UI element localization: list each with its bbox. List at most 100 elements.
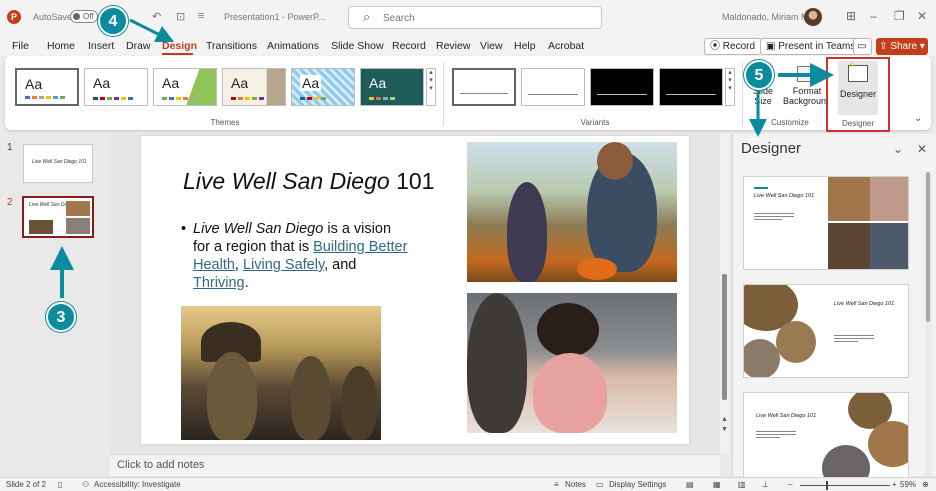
present-in-teams-button[interactable]: ▣ Present in Teams [760, 38, 862, 55]
minimize-icon[interactable]: – [870, 9, 877, 23]
theme-colors [231, 97, 264, 100]
scroll-down-icon[interactable]: ▼ [721, 426, 728, 433]
bullet-text-part: . [244, 275, 249, 291]
tab-design[interactable]: Design [162, 40, 197, 52]
tab-animations[interactable]: Animations [267, 40, 319, 52]
display-settings-button[interactable]: Display Settings [609, 480, 666, 489]
display-settings-icon[interactable]: ▭ [596, 480, 604, 489]
autosave-toggle[interactable]: Off [70, 10, 98, 23]
card-image [828, 177, 870, 221]
avatar[interactable] [804, 8, 822, 26]
comments-button[interactable]: ▭ [853, 38, 872, 55]
scrollbar-thumb[interactable] [722, 274, 727, 400]
theme-5[interactable]: Aa [291, 68, 355, 106]
fit-to-window-icon[interactable]: ⊕ [922, 480, 929, 489]
zoom-slider[interactable] [800, 485, 890, 486]
theme-2[interactable]: Aa [84, 68, 148, 106]
current-slide[interactable]: Live Well San Diego 101 • Live Well San … [141, 136, 689, 444]
design-idea-1[interactable]: Live Well San Diego 101 [743, 176, 909, 270]
undo-icon[interactable]: ↶ [152, 10, 161, 23]
slide-bullet[interactable]: • Live Well San Diego is a vision for a … [181, 220, 409, 292]
zoom-out-icon[interactable]: – [788, 480, 792, 489]
theme-4[interactable]: Aa [222, 68, 286, 106]
scrollbar-thumb[interactable] [926, 172, 930, 322]
theme-6[interactable]: Aa [360, 68, 424, 106]
tab-insert[interactable]: Insert [88, 40, 114, 52]
card-image [870, 177, 908, 221]
tab-view[interactable]: View [480, 40, 503, 52]
design-idea-2[interactable]: Live Well San Diego 101 [743, 284, 909, 378]
tab-acrobat[interactable]: Acrobat [548, 40, 584, 52]
close-pane-icon[interactable]: ✕ [917, 142, 927, 156]
bullet-italic: Live Well San Diego [193, 221, 324, 237]
card-image [870, 223, 908, 269]
ribbon-display-icon[interactable]: ⊞ [846, 9, 856, 23]
zoom-slider-handle[interactable] [826, 481, 828, 490]
theme-label: Aa [93, 75, 111, 91]
photo-students[interactable] [467, 293, 677, 433]
notes-button[interactable]: Notes [565, 480, 586, 489]
maximize-icon[interactable]: ❐ [894, 9, 905, 23]
photo-pumpkin-patch[interactable] [467, 142, 677, 282]
living-safely-link[interactable]: Living Safely [243, 257, 324, 273]
tab-help[interactable]: Help [514, 40, 536, 52]
thriving-link[interactable]: Thriving [193, 275, 245, 291]
tab-slide-show[interactable]: Slide Show [331, 40, 384, 52]
zoom-in-icon[interactable]: + [892, 480, 897, 489]
share-button[interactable]: ⇪ Share ▾ [876, 38, 928, 55]
slide-scrollbar[interactable]: ▲ ▼ [720, 134, 730, 454]
variant-line [597, 94, 647, 95]
tab-draw[interactable]: Draw [126, 40, 151, 52]
record-button[interactable]: ⦿ Record [704, 38, 762, 55]
pane-options-icon[interactable]: ⌄ [893, 142, 903, 156]
normal-view-icon[interactable]: ▤ [686, 480, 694, 489]
variant-2[interactable] [521, 68, 585, 106]
theme-colors [300, 97, 326, 100]
theme-office[interactable]: Aa [15, 68, 79, 106]
tab-record[interactable]: Record [392, 40, 426, 52]
card-image [828, 223, 870, 269]
scroll-up-icon[interactable]: ▲ [721, 416, 728, 423]
tab-transitions[interactable]: Transitions [206, 40, 257, 52]
slide-sorter-icon[interactable]: ▦ [713, 480, 721, 489]
reading-view-icon[interactable]: ▥ [738, 480, 746, 489]
tab-file[interactable]: File [12, 40, 29, 52]
variants-gallery-scroll[interactable]: ▴ ▾ ▾ [725, 68, 735, 106]
notes-area[interactable]: Click to add notes [110, 454, 720, 476]
accessibility-icon[interactable]: ⚇ [82, 480, 89, 489]
themes-gallery-scroll[interactable]: ▴ ▾ ▾ [426, 68, 436, 106]
accessibility-status[interactable]: Accessibility: Investigate [94, 480, 181, 489]
card-title: Live Well San Diego 101 [756, 413, 817, 419]
search-box[interactable]: ⌕ [348, 6, 602, 29]
customize-qat-icon[interactable]: ≡ [198, 10, 204, 22]
card-text [756, 431, 796, 440]
variant-line [666, 94, 716, 95]
tab-home[interactable]: Home [47, 40, 75, 52]
close-icon[interactable]: ✕ [917, 9, 927, 23]
designer-scrollbar[interactable] [925, 172, 932, 476]
search-input[interactable] [383, 10, 583, 26]
record-icon: ⦿ [710, 41, 723, 52]
zoom-level[interactable]: 59% [900, 480, 916, 489]
present-from-start-icon[interactable]: ⊡ [176, 10, 185, 23]
variant-3[interactable] [590, 68, 654, 106]
thumbnail-image [66, 201, 90, 216]
theme-label: Aa [162, 75, 180, 91]
designer-button[interactable]: ⚡ Designer Designer [826, 57, 890, 132]
photo-firefighters[interactable] [181, 306, 381, 440]
design-idea-3[interactable]: Live Well San Diego 101 [743, 392, 909, 486]
slide-show-icon[interactable]: ⊥ [762, 480, 769, 489]
slide-thumbnail-2[interactable]: Live Well San Diego 101 [22, 196, 94, 238]
slide-number: 1 [7, 142, 13, 153]
callout-step-5: 5 [744, 60, 774, 90]
tab-review[interactable]: Review [436, 40, 470, 52]
theme-3[interactable]: Aa [153, 68, 217, 106]
variant-4[interactable] [659, 68, 723, 106]
notes-icon[interactable]: ≡ [554, 480, 559, 489]
slide-title[interactable]: Live Well San Diego 101 [183, 168, 434, 195]
variant-1[interactable] [452, 68, 516, 106]
spelling-icon[interactable]: ▯ [58, 480, 62, 489]
theme-label: Aa [369, 75, 387, 91]
slide-thumbnail-1[interactable]: Live Well San Diego 101 [23, 144, 93, 183]
collapse-ribbon-icon[interactable]: ⌄ [914, 113, 922, 124]
